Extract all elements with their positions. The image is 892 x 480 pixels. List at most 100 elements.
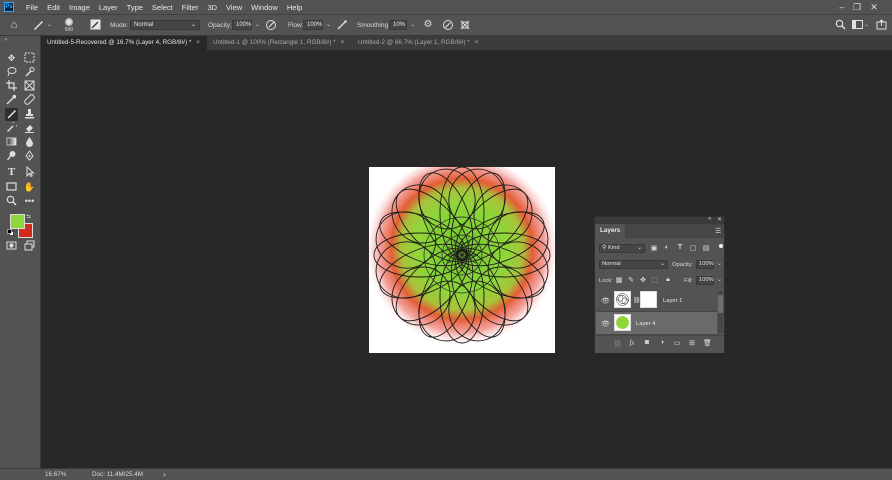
lock-image-icon[interactable]: ✎ (627, 276, 635, 284)
layers-scrollbar-thumb[interactable] (718, 295, 723, 313)
filter-toggle-icon[interactable] (719, 244, 723, 248)
opacity-input[interactable]: 100% (232, 20, 252, 30)
pen-tool-icon[interactable] (23, 150, 36, 163)
smoothing-slider-chevron-icon[interactable]: ⌄ (410, 21, 415, 28)
lock-transparent-icon[interactable]: ▦ (615, 276, 623, 284)
tab-untitled-1[interactable]: Untitled-1 @ 100% (Rectangle 1, RGB/8#) … (207, 36, 352, 50)
brush-tool-preset-icon[interactable] (32, 19, 44, 31)
document-canvas[interactable] (369, 167, 555, 353)
visibility-eye-icon[interactable]: 👁︎ (601, 297, 610, 305)
smoothing-input[interactable]: 10% (389, 20, 407, 30)
close-panel-icon[interactable]: ✕ (717, 216, 722, 223)
airbrush-icon[interactable] (336, 19, 348, 31)
pressure-size-icon[interactable] (442, 19, 454, 31)
layer-row[interactable]: 👁︎ ⛓︎ Layer 1 (596, 289, 717, 312)
fx-icon[interactable]: fx (628, 339, 636, 347)
pressure-opacity-icon[interactable] (265, 19, 277, 31)
tab-untitled-5[interactable]: Untitled-5-Recovered @ 16.7% (Layer 4, R… (41, 36, 207, 50)
default-colors-icon[interactable] (7, 229, 14, 236)
filter-pixel-icon[interactable]: ▣ (650, 244, 658, 252)
healing-brush-tool-icon[interactable] (23, 94, 36, 107)
opacity-slider-chevron-icon[interactable]: ⌄ (255, 21, 260, 28)
zoom-level[interactable]: 16.67% (45, 471, 66, 478)
filter-adjustment-icon[interactable]: ◐ (663, 244, 671, 251)
hand-tool-icon[interactable]: ✋ (23, 181, 36, 194)
layer-fill-input[interactable]: 100% (696, 276, 714, 285)
gradient-tool-icon[interactable] (5, 136, 18, 149)
swap-colors-icon[interactable]: ⇆ (26, 213, 31, 220)
type-tool-icon[interactable]: T (5, 166, 18, 179)
flow-input[interactable]: 100% (303, 20, 323, 30)
lock-all-icon[interactable]: 🔒︎ (664, 276, 672, 284)
workspace-icon[interactable] (851, 19, 863, 31)
menu-3d[interactable]: 3D (207, 3, 217, 12)
collapse-toolbar-icon[interactable]: » (4, 37, 7, 43)
quick-selection-tool-icon[interactable] (23, 66, 36, 79)
move-tool-icon[interactable]: ✥ (5, 52, 18, 65)
layer-mask-thumbnail[interactable] (640, 291, 657, 308)
workspace-chevron-icon[interactable]: ⌄ (864, 21, 869, 28)
panel-menu-icon[interactable]: ☰ (715, 227, 721, 235)
chevron-down-icon[interactable]: ⌄ (717, 277, 722, 283)
adjustment-layer-icon[interactable]: ◑ (658, 339, 666, 346)
lasso-tool-icon[interactable] (5, 66, 18, 79)
minimize-icon[interactable]: – (836, 1, 848, 13)
symmetry-icon[interactable] (459, 19, 471, 31)
lock-position-icon[interactable]: ✥ (639, 276, 647, 284)
search-icon[interactable] (834, 19, 846, 31)
restore-icon[interactable]: ❐ (851, 1, 863, 13)
photoshop-logo-icon[interactable]: Ps (4, 2, 14, 12)
eyedropper-tool-icon[interactable] (5, 94, 18, 107)
brush-settings-panel-icon[interactable] (89, 19, 101, 31)
menu-file[interactable]: File (26, 3, 38, 12)
filter-type-icon[interactable]: T (676, 244, 684, 251)
close-tab-icon[interactable]: × (475, 39, 479, 46)
eraser-tool-icon[interactable] (23, 122, 36, 135)
menu-type[interactable]: Type (127, 3, 143, 12)
layer-name[interactable]: Layer 4 (636, 321, 655, 327)
share-icon[interactable] (875, 19, 887, 31)
layer-name[interactable]: Layer 1 (663, 298, 682, 304)
link-layers-icon[interactable]: ⛓︎ (613, 340, 622, 348)
flow-slider-chevron-icon[interactable]: ⌄ (326, 21, 331, 28)
filter-smart-object-icon[interactable]: ▤ (702, 244, 710, 252)
marquee-tool-icon[interactable] (23, 52, 36, 65)
new-group-icon[interactable]: ▭ (673, 339, 681, 347)
menu-edit[interactable]: Edit (47, 3, 60, 12)
filter-shape-icon[interactable]: ▢ (689, 244, 697, 252)
layer-row-selected[interactable]: 👁︎ Layer 4 (596, 312, 717, 335)
quick-mask-icon[interactable] (5, 240, 18, 253)
filter-kind-select[interactable]: ⚲ Kind ⌄ (599, 244, 645, 253)
visibility-eye-icon[interactable]: 👁︎ (601, 320, 610, 328)
brush-size-picker[interactable]: 600 (62, 17, 76, 35)
lock-artboard-icon[interactable]: ⬚ (651, 276, 659, 284)
close-window-icon[interactable]: ✕ (868, 1, 880, 13)
menu-window[interactable]: Window (251, 3, 278, 12)
chevron-down-icon[interactable]: ⌄ (717, 261, 722, 267)
menu-image[interactable]: Image (69, 3, 90, 12)
history-brush-tool-icon[interactable] (5, 119, 20, 135)
screen-mode-icon[interactable] (23, 240, 36, 253)
menu-filter[interactable]: Filter (182, 3, 199, 12)
menu-view[interactable]: View (226, 3, 242, 12)
menu-layer[interactable]: Layer (99, 3, 118, 12)
collapse-panel-icon[interactable]: « (708, 216, 711, 222)
tab-layers[interactable]: Layers (595, 224, 626, 238)
frame-tool-icon[interactable] (23, 80, 36, 93)
home-icon[interactable]: ⌂ (8, 19, 20, 31)
close-tab-icon[interactable]: × (196, 39, 200, 46)
panel-header[interactable]: « ✕ (595, 216, 724, 224)
new-layer-icon[interactable]: ⊞ (688, 339, 696, 347)
zoom-tool-icon[interactable] (5, 195, 18, 208)
layer-opacity-input[interactable]: 100% (696, 260, 714, 269)
close-tab-icon[interactable]: × (341, 39, 345, 46)
menu-help[interactable]: Help (287, 3, 302, 12)
more-tools-icon[interactable]: ••• (23, 195, 36, 208)
crop-tool-icon[interactable] (5, 80, 18, 93)
chevron-down-icon[interactable]: ⌄ (47, 21, 52, 28)
rectangle-tool-icon[interactable] (5, 181, 18, 194)
add-mask-icon[interactable]: ◙ (643, 339, 651, 346)
gear-icon[interactable]: ⚙ (422, 19, 434, 31)
trash-icon[interactable]: 🗑︎ (703, 339, 712, 347)
path-selection-tool-icon[interactable] (23, 165, 36, 179)
